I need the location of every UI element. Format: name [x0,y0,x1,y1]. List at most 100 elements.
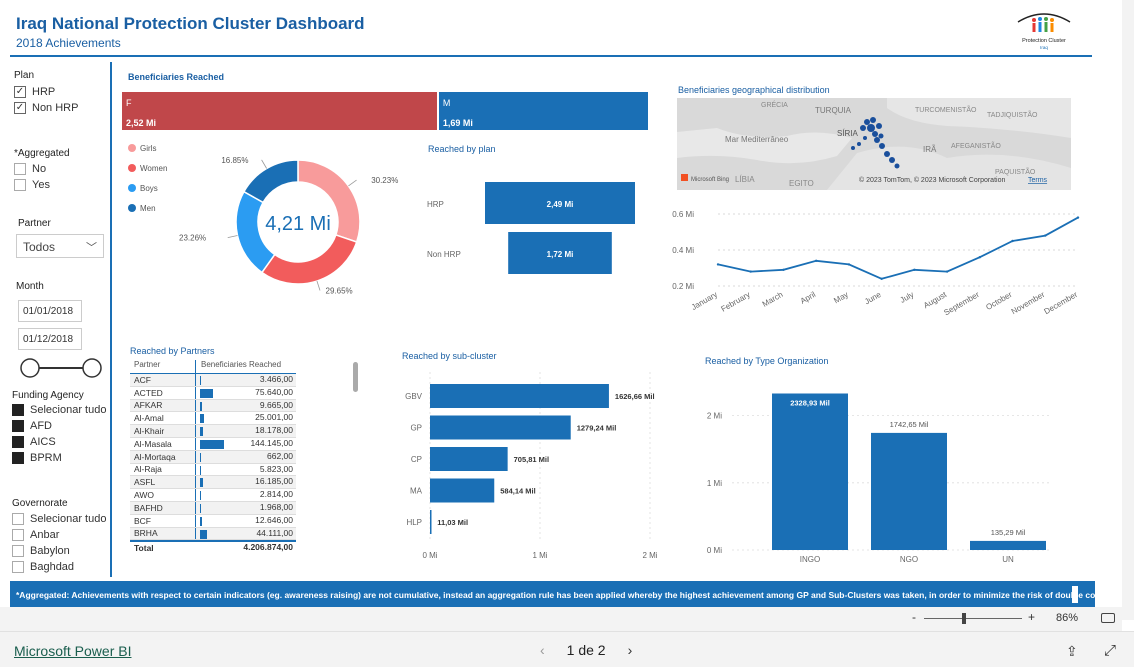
slider-handle-end [82,358,102,378]
table-scrollbar[interactable] [353,362,358,392]
geo-title: Beneficiaries geographical distribution [678,85,830,95]
subcluster-bar-ma [430,478,495,503]
funding-select-all[interactable]: Selecionar tudo [12,404,106,416]
aggregated-yes-checkbox[interactable]: Yes [14,179,50,191]
partner-value: 1.968,00 [259,501,293,512]
gender-segment-m[interactable]: M 1,69 Mi [436,92,648,130]
line-point [1044,234,1047,237]
prev-page-icon[interactable]: ‹ [540,642,545,658]
subcluster-value: 705,81 Mil [514,455,549,464]
aggregated-footnote: *Aggregated: Achievements with respect t… [10,581,1095,607]
zoom-out-button[interactable]: - [912,610,916,624]
col-partner-header[interactable]: Partner [130,360,195,373]
funding-bprm[interactable]: BPRM [12,452,62,464]
subcluster-bar-hlp [430,510,432,534]
table-row[interactable]: ACF 3.466,00 [130,374,296,387]
table-row[interactable]: ASFL 16.185,00 [130,476,296,490]
funding-afd[interactable]: AFD [12,420,52,432]
table-row[interactable]: Al-Amal 25.001,00 [130,412,296,426]
line-ytick: 0.4 Mi [672,246,694,255]
col-beneficiaries-header[interactable]: Beneficiaries Reached [195,360,296,373]
partners-title: Reached by Partners [130,346,215,356]
gender-bar[interactable]: F 2,52 Mi M 1,69 Mi [122,92,648,130]
map-terms-link: Terms [1028,177,1048,184]
table-row[interactable]: Al-Masala 144.145,00 [130,437,296,451]
line-xtick: November [1010,290,1047,316]
gender-segment-f[interactable]: F 2,52 Mi [122,92,437,130]
partner-value: 144.145,00 [250,437,293,448]
zoom-slider[interactable] [924,618,1022,619]
governorate-select-all[interactable]: Selecionar tudo [12,513,106,525]
table-row[interactable]: Al-Raja 5.823,00 [130,463,296,477]
age-gender-donut-chart[interactable]: 30.23% Girls 29.65% Women 23.26% Boys 16.85% Me… [116,136,416,306]
table-row[interactable]: AFKAR 9.665,00 [130,399,296,413]
monthly-line-chart[interactable]: 0.2 Mi 0.4 Mi 0.6 Mi January February March Ap… [668,200,1088,322]
table-row[interactable]: AWO 2.814,00 [130,489,296,502]
month-range-slider[interactable] [20,358,102,378]
partner-name: AWO [134,490,154,501]
subcluster-bar-chart[interactable]: 0 Mi 1 Mi 2 Mi GBV 1626,66 Mil GP 1279,24 Mil C… [392,368,672,568]
table-row[interactable]: BRHA 44.111,00 [130,527,296,541]
page-scrollbar[interactable] [1122,0,1134,620]
plan-bar-label: Non HRP [427,250,461,259]
partner-value: 16.185,00 [255,476,293,487]
map-label-grecia: GRÉCIA [761,100,788,109]
dashboard-title: Iraq National Protection Cluster Dashboa… [16,14,365,33]
governorate-anbar[interactable]: Anbar [12,529,59,541]
fullscreen-icon[interactable]: ⤢ [1104,642,1116,659]
beneficiaries-title: Beneficiaries Reached [128,72,225,82]
table-row[interactable]: ACTED 75.640,00 [130,386,296,400]
partner-name: ACTED [134,387,163,398]
header-divider [10,55,1092,57]
partner-dropdown[interactable]: Todos ﹀ [16,234,104,258]
zoom-slider-handle[interactable] [962,613,966,624]
line-point [978,256,982,259]
table-row[interactable]: Al-Khair 18.178,00 [130,425,296,438]
gender-value: 2,52 Mi [126,118,157,128]
zoom-in-button[interactable]: + [1028,610,1035,624]
fit-to-page-icon[interactable] [1101,613,1115,623]
governorate-baghdad[interactable]: Baghdad [12,561,74,573]
page-indicator: 1 de 2 [566,642,606,658]
start-date-input[interactable]: 01/01/2018 [18,300,82,322]
plan-bar-label: HRP [427,200,444,209]
legend-dot [128,164,136,172]
subcluster-value: 11,03 Mil [437,518,468,527]
map-label-egito: EGITO [789,179,814,188]
table-row[interactable]: BAFHD 1.968,00 [130,501,296,515]
table-row[interactable]: BCF 12.646,00 [130,514,296,528]
governorate-babylon[interactable]: Babylon [12,545,70,557]
end-date-input[interactable]: 01/12/2018 [18,328,82,350]
footnote-scroll-indicator[interactable] [1072,586,1078,603]
geo-map[interactable]: GRÉCIA TURQUIA TURCOMENISTÃO TADJIQUISTÃ… [677,98,1071,190]
table-row[interactable]: Al-Mortaqa 662,00 [130,450,296,464]
map-label-turquia: TURQUIA [815,106,852,115]
type-org-bar-chart[interactable]: 0 Mi 1 Mi 2 Mi 2328,93 Mil INGO 1742,65 Mil NG… [692,372,1092,572]
by-plan-funnel-chart[interactable]: 2,49 Mi HRP 1,72 Mi Non HRP [420,176,650,281]
next-page-icon[interactable]: › [628,642,633,658]
partners-table[interactable]: Partner Beneficiaries Reached ACF 3.466,0… [130,360,296,554]
subcluster-bar-gp [430,415,571,440]
partner-databar [200,401,202,411]
aggregated-no-checkbox[interactable]: No [14,163,46,175]
protection-cluster-logo: Protection Cluster Iraq [1012,10,1076,52]
gender-label: F [126,98,132,108]
line-point [814,259,818,262]
gender-value: 1,69 Mi [442,118,473,128]
page-navigator: ‹ 1 de 2 › [540,642,632,658]
subcluster-xtick: 1 Mi [532,551,547,560]
legend-dot [128,204,136,212]
map-copyright: © 2023 TomTom, © 2023 Microsoft Corporat… [859,176,1005,184]
line-point [913,268,916,271]
partner-value: 2.814,00 [259,489,293,500]
plan-nonhrp-checkbox[interactable]: ✓ Non HRP [14,102,78,114]
legend-dot [128,144,136,152]
line-point [749,270,752,273]
line-xtick: December [1043,290,1080,316]
subcluster-value: 584,14 Mil [500,487,535,496]
partner-name: ASFL [134,477,156,488]
funding-aics[interactable]: AICS [12,436,56,448]
power-bi-link[interactable]: Microsoft Power BI [14,643,131,659]
share-icon[interactable]: ⇪ [1066,643,1078,660]
plan-hrp-checkbox[interactable]: ✓ HRP [14,86,55,98]
